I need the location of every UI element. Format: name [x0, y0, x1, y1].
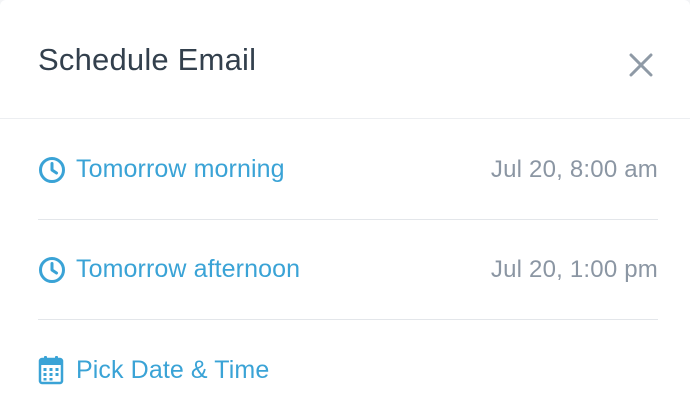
- clock-icon: [38, 256, 66, 284]
- dialog-title: Schedule Email: [38, 42, 257, 77]
- option-tomorrow-afternoon[interactable]: Tomorrow afternoon Jul 20, 1:00 pm: [38, 220, 658, 320]
- schedule-email-dialog: Schedule Email Tomorrow morning Jul 20, …: [0, 0, 690, 414]
- option-label: Tomorrow afternoon: [76, 255, 301, 283]
- option-label: Tomorrow morning: [76, 155, 285, 183]
- close-button[interactable]: [624, 48, 658, 82]
- option-pick-date-time[interactable]: Pick Date & Time: [38, 320, 658, 414]
- option-time: Jul 20, 1:00 pm: [490, 255, 658, 283]
- clock-icon: [38, 156, 66, 184]
- option-tomorrow-morning[interactable]: Tomorrow morning Jul 20, 8:00 am: [38, 120, 658, 220]
- close-icon: [629, 53, 653, 77]
- option-time: Jul 20, 8:00 am: [490, 155, 658, 183]
- calendar-icon: [38, 356, 66, 385]
- schedule-options-list: Tomorrow morning Jul 20, 8:00 am Tomorro…: [38, 120, 658, 414]
- dialog-header: Schedule Email: [0, 0, 690, 119]
- option-label: Pick Date & Time: [76, 355, 270, 384]
